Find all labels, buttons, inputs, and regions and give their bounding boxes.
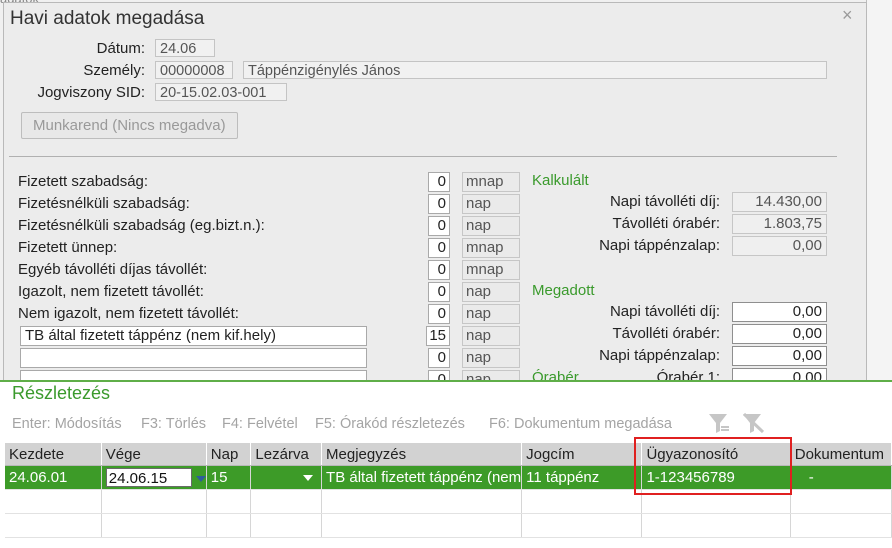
toolbar-f4-felvetel[interactable]: F4: Felvétel (222, 416, 298, 432)
filter-icon[interactable] (708, 412, 730, 434)
munkarend-button[interactable]: Munkarend (Nincs megadva) (21, 112, 238, 139)
meg-napi-dij-label: Napi távolléti díj: (609, 303, 720, 320)
toolbar-f5-orakod[interactable]: F5: Órakód részletezés (315, 416, 465, 432)
cell-nap[interactable]: 15 (206, 465, 252, 490)
row-label: Fizetett ünnep: (18, 239, 118, 256)
datum-field[interactable]: 24.06 (155, 39, 215, 57)
vege-input[interactable]: 24.06.15 (105, 468, 192, 487)
row-label: Fizetett szabadság: (18, 173, 149, 190)
divider (9, 156, 837, 157)
row-value-input[interactable]: 15 (426, 326, 450, 346)
row-text-input[interactable] (20, 348, 367, 368)
datum-label: Dátum: (96, 40, 145, 57)
col-kezdete[interactable]: Kezdete (5, 443, 102, 466)
toolbar-f3-torles[interactable]: F3: Törlés (141, 416, 206, 432)
row-label: Egyéb távolléti díjas távollét: (18, 261, 208, 278)
szemely-name-field[interactable]: Táppénzigénylés János (243, 61, 827, 79)
table-row[interactable] (5, 513, 892, 538)
cell-megjegyzes[interactable]: TB által fizetett táppénz (nem (321, 465, 523, 490)
sid-label: Jogviszony SID: (37, 84, 145, 101)
cell-lezarva[interactable] (250, 465, 323, 490)
dialog-title: Havi adatok megadása (10, 8, 205, 29)
row-value-input[interactable]: 0 (428, 238, 450, 258)
row-value-input[interactable]: 0 (428, 304, 450, 324)
clear-filter-icon[interactable] (742, 412, 764, 434)
background-window-edge (866, 0, 892, 380)
row-label: Igazolt, nem fizetett távollét: (18, 283, 204, 300)
kalk-tappenzalap-label: Napi táppénzalap: (599, 237, 720, 254)
row-value-input[interactable]: 0 (428, 348, 450, 368)
row-value-input[interactable]: 0 (428, 282, 450, 302)
cell-jogcim[interactable]: 11 táppénz (521, 465, 643, 490)
row-unit: mnap (462, 260, 520, 280)
row-value-input[interactable]: 0 (428, 260, 450, 280)
col-dokumentum[interactable]: Dokumentum (790, 443, 892, 466)
megadott-header: Megadott (532, 282, 595, 299)
highlight-box (634, 437, 792, 495)
meg-oraber-input[interactable]: 0,00 (732, 324, 827, 344)
panel-title: Részletezés (12, 383, 111, 403)
szemely-label: Személy: (83, 62, 145, 79)
row-label: Fizetésnélküli szabadság: (18, 195, 190, 212)
kalk-napi-dij-label: Napi távolléti díj: (609, 193, 720, 210)
szemely-id-field[interactable]: 00000008 (155, 61, 233, 79)
row-label: Nem igazolt, nem fizetett távollét: (18, 305, 239, 322)
kalk-tappenzalap-value: 0,00 (732, 236, 827, 256)
chevron-down-icon[interactable] (195, 476, 206, 483)
toolbar-enter-modositas[interactable]: Enter: Módosítás (12, 416, 122, 432)
row-text-input[interactable]: TB által fizetett táppénz (nem kif.hely) (20, 326, 367, 346)
meg-oraber-label: Távolléti órabér: (612, 325, 720, 342)
toolbar-f6-dokumentum[interactable]: F6: Dokumentum megadása (489, 416, 672, 432)
meg-napi-dij-input[interactable]: 0,00 (732, 302, 827, 322)
kalkulalt-header: Kalkulált (532, 172, 589, 189)
row-value-input[interactable]: 0 (428, 216, 450, 236)
row-value-input[interactable]: 0 (428, 172, 450, 192)
row-label: Fizetésnélküli szabadság (eg.bizt.n.): (18, 217, 265, 234)
cell-dokumentum[interactable]: - (790, 465, 892, 490)
col-megjegyzes[interactable]: Megjegyzés (321, 443, 523, 466)
row-value-input[interactable]: 0 (428, 194, 450, 214)
cell-kezdete[interactable]: 24.06.01 (5, 465, 102, 490)
col-lezarva[interactable]: Lezárva (250, 443, 323, 466)
close-icon[interactable]: × (842, 5, 853, 26)
cell-vege[interactable]: 24.06.15 (101, 465, 207, 490)
kalk-napi-dij-value: 14.430,00 (732, 192, 827, 212)
col-vege[interactable]: Vége (101, 443, 207, 466)
kalk-oraber-value: 1.803,75 (732, 214, 827, 234)
col-jogcim[interactable]: Jogcím (521, 443, 643, 466)
kalk-oraber-label: Távolléti órabér: (612, 215, 720, 232)
row-unit: mnap (462, 172, 520, 192)
col-nap[interactable]: Nap (206, 443, 252, 466)
meg-tappenzalap-input[interactable]: 0,00 (732, 346, 827, 366)
sid-field[interactable]: 20-15.02.03-001 (155, 83, 287, 101)
chevron-down-icon[interactable] (303, 475, 314, 482)
meg-tappenzalap-label: Napi táppénzalap: (599, 347, 720, 364)
row-unit: nap (462, 282, 520, 302)
